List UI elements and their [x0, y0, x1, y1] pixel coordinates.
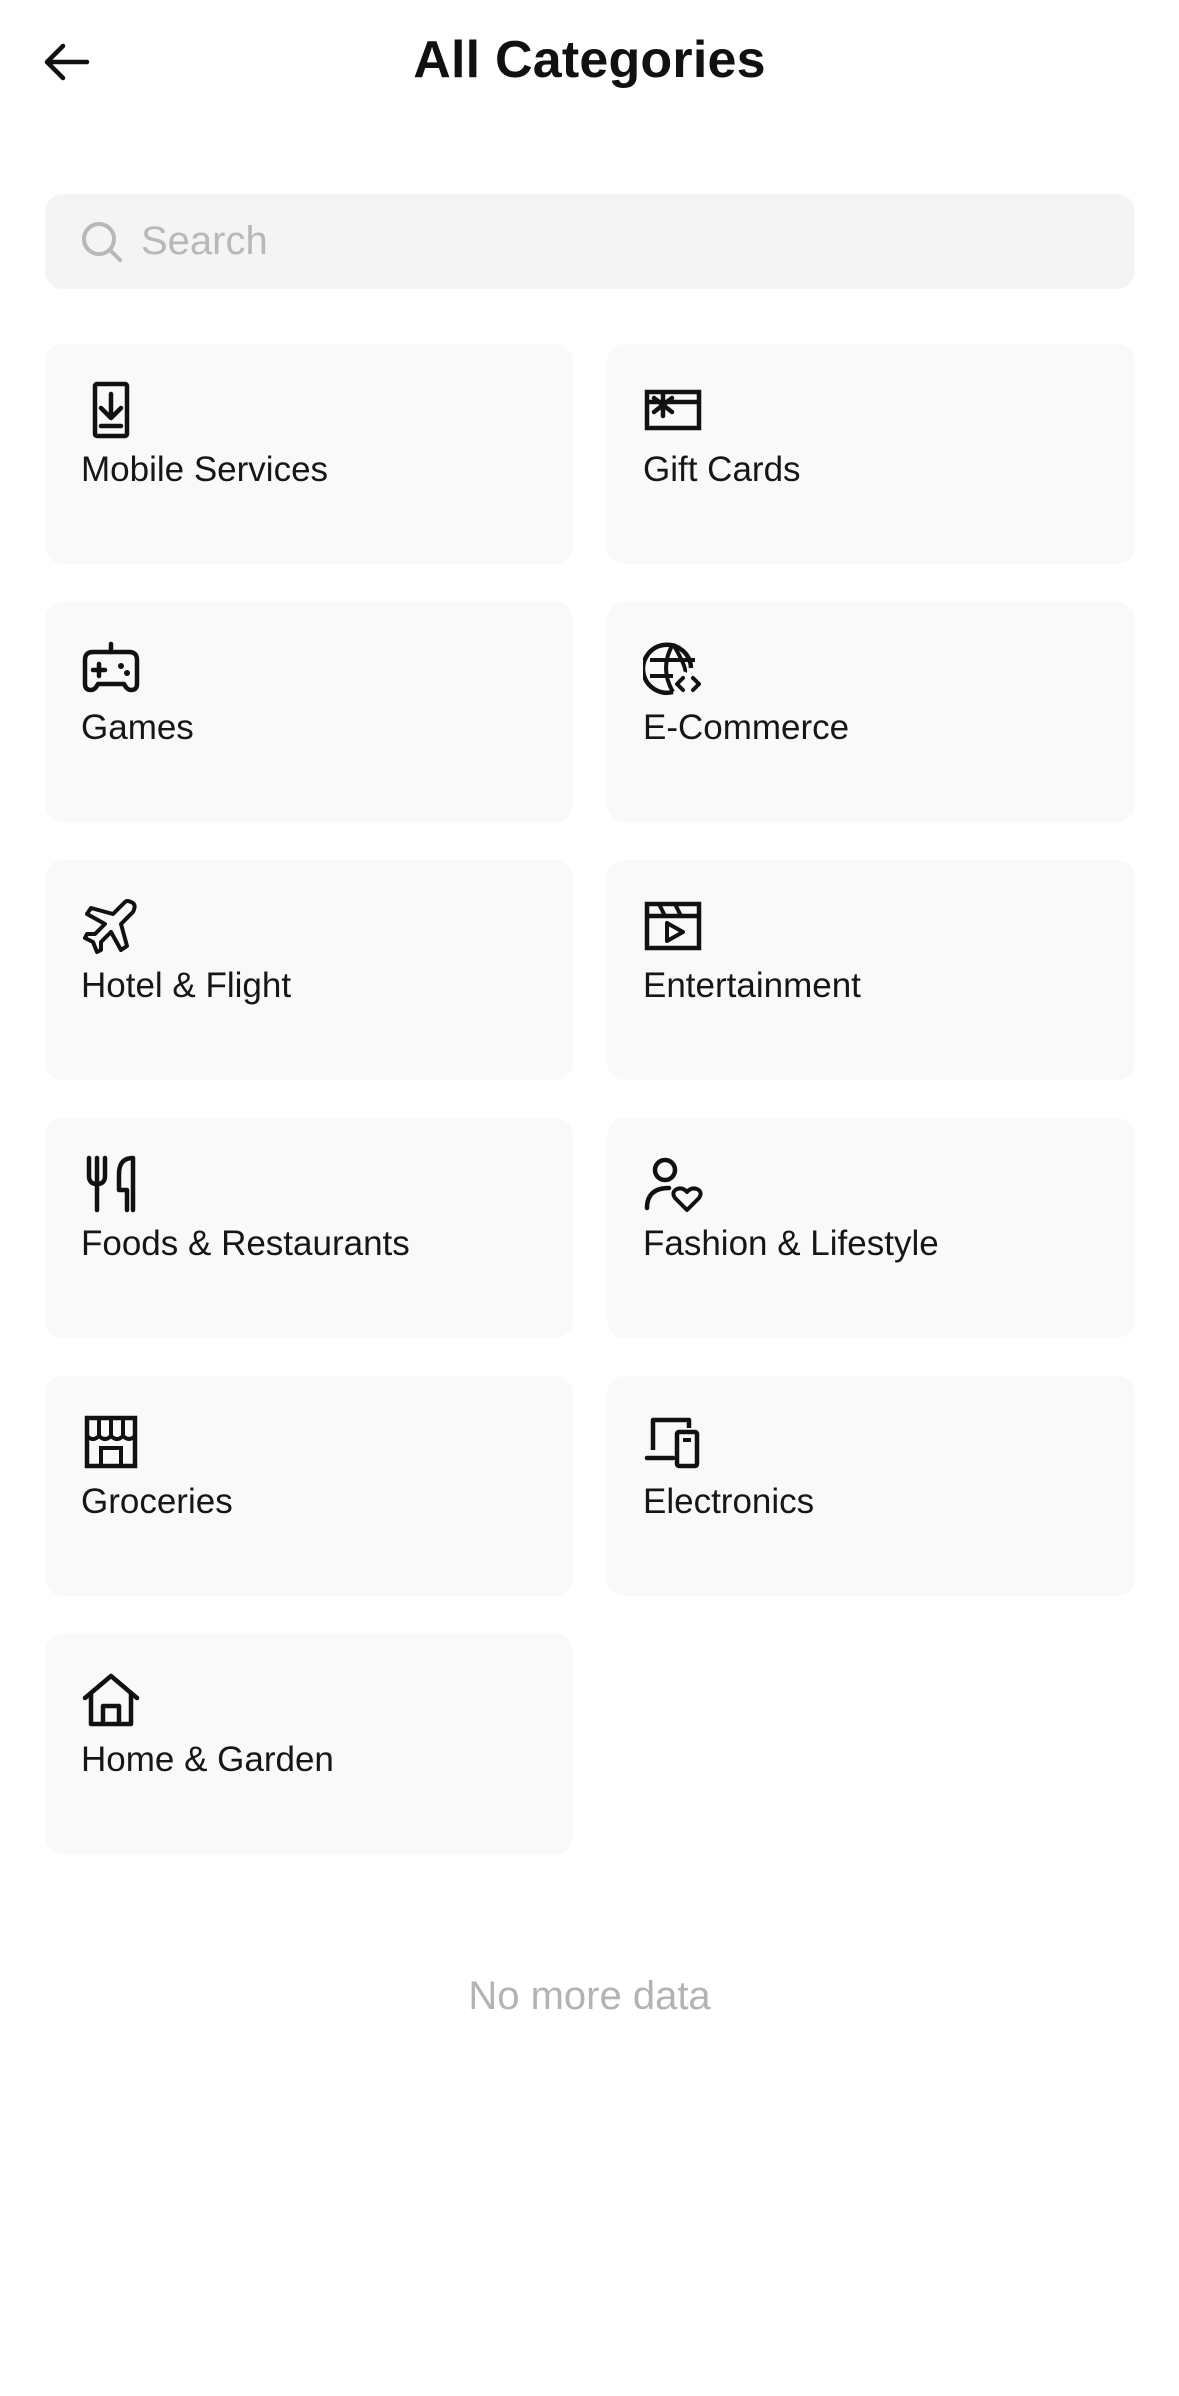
category-card-electronics[interactable]: Electronics	[607, 1376, 1135, 1596]
category-label: E-Commerce	[643, 708, 850, 747]
category-label: Electronics	[643, 1482, 815, 1521]
end-of-list-message: No more data	[468, 1974, 711, 2018]
category-card-home-garden[interactable]: Home & Garden	[45, 1634, 573, 1854]
category-card-mobile-services[interactable]: Mobile Services	[45, 344, 573, 564]
category-card-e-commerce[interactable]: E-Commerce	[607, 602, 1135, 822]
category-grid: Mobile Services Gift Cards Games E-Comme…	[45, 344, 1135, 1854]
category-card-hotel-flight[interactable]: Hotel & Flight	[45, 860, 573, 1080]
video-clapper-icon	[644, 901, 702, 951]
category-label: Home & Garden	[81, 1740, 334, 1779]
search-icon	[82, 221, 122, 262]
category-label: Hotel & Flight	[81, 966, 292, 1005]
category-label: Fashion & Lifestyle	[643, 1224, 939, 1263]
category-label: Games	[81, 708, 194, 747]
search-bar[interactable]	[45, 194, 1135, 289]
category-card-foods-restaurants[interactable]: Foods & Restaurants	[45, 1118, 573, 1338]
header: All Categories	[0, 0, 1179, 130]
category-card-fashion-lifestyle[interactable]: Fashion & Lifestyle	[607, 1118, 1135, 1338]
gift-card-icon	[644, 389, 702, 431]
category-card-entertainment[interactable]: Entertainment	[607, 860, 1135, 1080]
person-heart-icon	[644, 1157, 703, 1212]
category-label: Foods & Restaurants	[81, 1224, 410, 1263]
storefront-icon	[84, 1415, 138, 1469]
devices-icon	[644, 1417, 700, 1469]
search-input[interactable]	[141, 219, 1041, 264]
category-label: Mobile Services	[81, 450, 329, 489]
category-card-gift-cards[interactable]: Gift Cards	[607, 344, 1135, 564]
airplane-icon	[83, 899, 137, 954]
category-card-groceries[interactable]: Groceries	[45, 1376, 573, 1596]
globe-code-icon	[643, 642, 701, 695]
page-title: All Categories	[413, 31, 766, 89]
fork-knife-icon	[86, 1155, 136, 1213]
gamepad-icon	[82, 641, 140, 693]
category-label: Entertainment	[643, 966, 861, 1005]
category-label: Groceries	[81, 1482, 233, 1521]
category-card-games[interactable]: Games	[45, 602, 573, 822]
phone-download-icon	[92, 381, 130, 439]
house-icon	[82, 1673, 140, 1727]
category-label: Gift Cards	[643, 450, 801, 489]
